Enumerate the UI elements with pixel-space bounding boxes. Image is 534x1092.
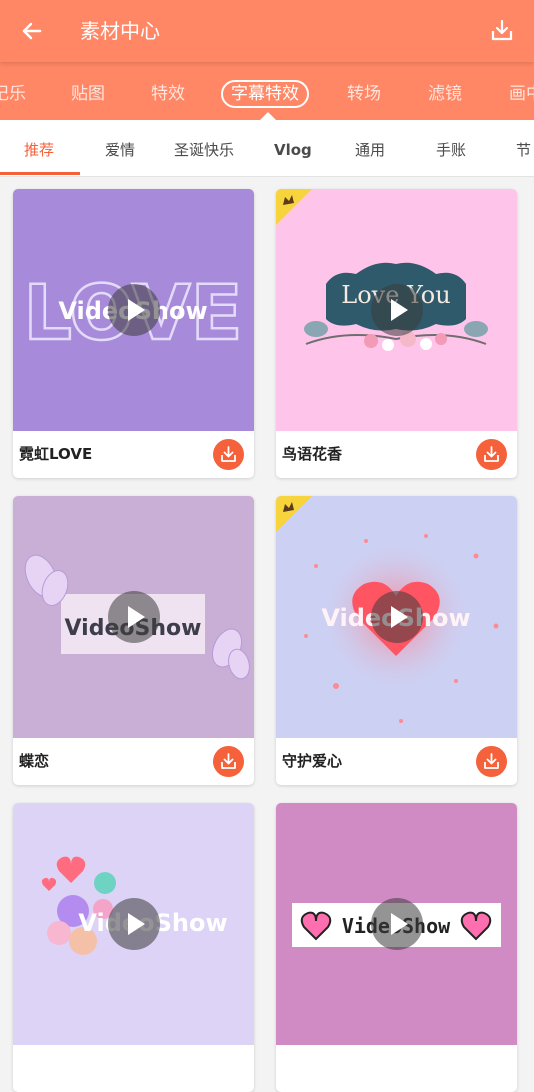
download-icon: [484, 446, 499, 462]
subcategory-tabs: 推荐 爱情 圣诞快乐 Vlog 通用 手账 节: [0, 120, 534, 177]
tab-category-6[interactable]: 画中: [509, 82, 534, 106]
play-button[interactable]: [108, 284, 160, 336]
subtab-love[interactable]: 爱情: [105, 140, 135, 160]
tab-category-4[interactable]: 转场: [347, 82, 381, 106]
subtab-journal[interactable]: 手账: [436, 140, 466, 160]
play-button[interactable]: [108, 898, 160, 950]
card-title: 蝶恋: [19, 752, 50, 770]
card-thumbnail[interactable]: VideoShow: [13, 496, 254, 738]
material-card[interactable]: LOVE VideoShow 霓虹LOVE: [13, 189, 254, 478]
arrow-left-icon[interactable]: [18, 17, 46, 45]
subtab-recommended[interactable]: 推荐: [24, 140, 54, 160]
play-button[interactable]: [371, 284, 423, 336]
app-bar: 素材中心: [0, 0, 534, 62]
subtab-general[interactable]: 通用: [355, 140, 385, 160]
subtab-christmas[interactable]: 圣诞快乐: [174, 140, 234, 160]
card-title: 霓虹LOVE: [19, 445, 93, 463]
material-card[interactable]: Love You 鸟语花香: [276, 189, 517, 478]
download-button[interactable]: [213, 746, 244, 777]
tab-category-0[interactable]: 记乐: [0, 82, 26, 106]
card-thumbnail[interactable]: LOVE VideoShow: [13, 189, 254, 431]
tab-category-2[interactable]: 特效: [151, 82, 185, 106]
crown-icon: [276, 189, 312, 225]
card-title: 鸟语花香: [282, 445, 343, 463]
material-card[interactable]: VideoShow 蝶恋: [13, 496, 254, 785]
tab-category-subtitle-effects[interactable]: 字幕特效: [221, 80, 309, 108]
play-button[interactable]: [371, 591, 423, 643]
tab-category-5[interactable]: 滤镜: [428, 82, 462, 106]
download-button[interactable]: [476, 439, 507, 470]
download-button[interactable]: [476, 746, 507, 777]
tab-category-1[interactable]: 贴图: [71, 82, 105, 106]
download-button[interactable]: [213, 439, 244, 470]
card-thumbnail[interactable]: VideoShow: [13, 803, 254, 1045]
subtab-festival[interactable]: 节: [516, 140, 531, 160]
play-button[interactable]: [371, 898, 423, 950]
card-title: 守护爱心: [282, 752, 343, 770]
active-subtab-underline: [0, 172, 80, 175]
card-thumbnail[interactable]: Love You: [276, 189, 517, 431]
download-tray-icon[interactable]: [488, 17, 516, 45]
download-icon: [484, 753, 499, 769]
page-title: 素材中心: [80, 19, 160, 43]
card-thumbnail[interactable]: VideoShow: [276, 803, 517, 1045]
material-card[interactable]: VideoShow 守护爱心: [276, 496, 517, 785]
play-button[interactable]: [108, 591, 160, 643]
active-category-pointer: [260, 112, 276, 120]
material-card[interactable]: VideoShow: [13, 803, 254, 1092]
crown-icon: [276, 496, 312, 532]
card-thumbnail[interactable]: VideoShow: [276, 496, 517, 738]
material-card[interactable]: VideoShow: [276, 803, 517, 1092]
download-icon: [221, 753, 236, 769]
subtab-vlog[interactable]: Vlog: [274, 140, 312, 160]
download-icon: [221, 446, 236, 462]
